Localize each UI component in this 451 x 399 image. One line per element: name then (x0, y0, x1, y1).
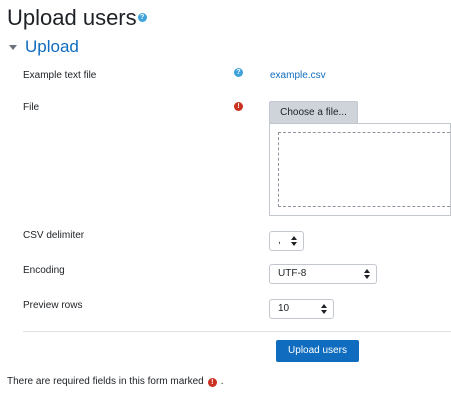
csv-delimiter-value: , (278, 235, 281, 246)
section-label: Upload (25, 37, 79, 56)
required-note-end: . (220, 376, 224, 387)
required-fields-note: There are required fields in this form m… (7, 375, 224, 389)
form-divider (23, 331, 451, 332)
updown-arrows-icon (291, 236, 297, 246)
example-text-file-label: Example text file (23, 70, 97, 81)
upload-section-toggle[interactable]: Upload (7, 37, 79, 57)
exclamation-icon: ! (234, 102, 243, 111)
exclamation-icon: ! (207, 377, 217, 387)
upload-users-button[interactable]: Upload users (276, 340, 359, 362)
preview-rows-value: 10 (278, 303, 290, 314)
example-csv-link[interactable]: example.csv (270, 69, 326, 83)
file-label: File (23, 102, 40, 113)
file-drop-zone[interactable] (278, 132, 451, 207)
page-title: Upload users? (7, 4, 147, 32)
choose-file-button[interactable]: Choose a file... (269, 101, 358, 123)
encoding-select[interactable]: UTF-8 (269, 264, 377, 284)
required-note-text: There are required fields in this form m… (7, 376, 204, 387)
encoding-label: Encoding (23, 265, 65, 276)
updown-arrows-icon (364, 269, 370, 279)
updown-arrows-icon (321, 304, 327, 314)
encoding-value: UTF-8 (278, 268, 307, 279)
preview-rows-select[interactable]: 10 (269, 299, 334, 319)
question-icon[interactable]: ? (234, 68, 243, 77)
csv-delimiter-label: CSV delimiter (23, 230, 85, 241)
csv-delimiter-select[interactable]: , (269, 231, 304, 251)
question-icon[interactable]: ? (137, 12, 147, 22)
page-title-text: Upload users (7, 5, 137, 30)
caret-down-icon (9, 44, 17, 50)
file-drop-area[interactable] (269, 123, 451, 216)
preview-rows-label: Preview rows (23, 300, 83, 311)
